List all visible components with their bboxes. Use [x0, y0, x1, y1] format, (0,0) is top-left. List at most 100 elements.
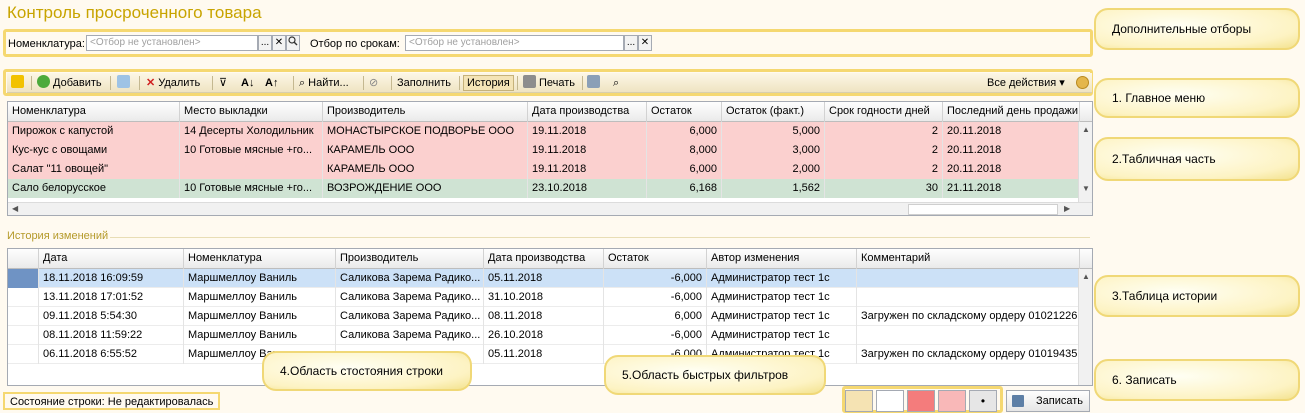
col-location[interactable]: Место выкладки: [180, 102, 323, 122]
cancel-search-icon[interactable]: ⊘: [369, 75, 378, 91]
main-table-header: Номенклатура Место выкладки Производител…: [8, 102, 1092, 122]
history-table: Дата Номенклатура Производитель Дата про…: [7, 248, 1093, 386]
row-marker[interactable]: [8, 269, 39, 288]
quick-filter-normal[interactable]: [876, 390, 904, 412]
table-cell: 6,168: [647, 179, 722, 198]
table-cell: Пирожок с капустой: [8, 122, 180, 141]
table-row[interactable]: 18.11.2018 16:09:59 Маршмеллоу Ваниль Сали…: [8, 269, 1080, 288]
table-cell: Загружен по складскому ордеру 01019435: [857, 345, 1080, 364]
col-remainder-fact[interactable]: Остаток (факт.): [722, 102, 825, 122]
table-row[interactable]: Кус-кус с овощами 10 Готовые мясные +го..…: [8, 141, 1080, 160]
zoom-icon[interactable]: ⌕: [613, 75, 619, 91]
main-table-hscroll[interactable]: ◀ ▶: [8, 202, 1092, 215]
col-production-date[interactable]: Дата производства: [528, 102, 647, 122]
col-remainder[interactable]: Остаток: [604, 249, 707, 269]
col-production-date[interactable]: Дата производства: [484, 249, 604, 269]
table-cell: Салат "11 овощей": [8, 160, 180, 179]
table-cell: КАРАМЕЛЬ ООО: [323, 141, 528, 160]
main-table-hscroll-thumb[interactable]: [908, 204, 1058, 215]
table-cell: 20.11.2018: [943, 141, 1080, 160]
save-button[interactable]: Записать: [1006, 390, 1090, 412]
history-button[interactable]: История: [463, 75, 514, 91]
table-cell: 2: [825, 122, 943, 141]
table-cell: Администратор тест 1с: [707, 269, 857, 288]
table-cell: Саликова Зарема Радико...: [336, 326, 484, 345]
row-marker[interactable]: [8, 288, 39, 307]
delete-button[interactable]: ✕ Удалить: [146, 75, 200, 91]
history-table-vscroll[interactable]: ▲: [1078, 269, 1092, 385]
table-cell: 26.10.2018: [484, 326, 604, 345]
main-table-vscroll[interactable]: ▲ ▼: [1078, 122, 1092, 202]
preview-icon[interactable]: [587, 75, 603, 91]
add-button[interactable]: Добавить: [37, 75, 102, 91]
col-last-sale-day[interactable]: Последний день продажи: [943, 102, 1080, 122]
dates-clear-icon[interactable]: ✕: [638, 35, 652, 51]
nomenclature-filter-input[interactable]: <Отбор не установлен>: [86, 35, 258, 51]
dates-filter-input[interactable]: <Отбор не установлен>: [405, 35, 624, 51]
col-nomenclature[interactable]: Номенклатура: [184, 249, 336, 269]
row-marker[interactable]: [8, 345, 39, 364]
sort-asc-icon[interactable]: A↓: [241, 75, 254, 91]
add-label: Добавить: [53, 77, 102, 89]
table-row[interactable]: Пирожок с капустой 14 Десерты Холодильник…: [8, 122, 1080, 141]
callout-history-table: 3.Таблица истории: [1094, 275, 1300, 317]
table-cell: Администратор тест 1с: [707, 288, 857, 307]
table-row[interactable]: 06.11.2018 6:55:52 Маршмеллоу Ваниль 05.11…: [8, 345, 1080, 364]
history-section-title: История изменений: [7, 230, 109, 242]
table-row[interactable]: Сало белорусское 10 Готовые мясные +го...…: [8, 179, 1080, 198]
table-cell: 8,000: [647, 141, 722, 160]
table-cell: 19.11.2018: [528, 160, 647, 179]
table-cell: [857, 326, 1080, 345]
table-cell: 2,000: [722, 160, 825, 179]
table-row[interactable]: 09.11.2018 5:54:30 Маршмеллоу Ваниль Салик…: [8, 307, 1080, 326]
table-cell: Администратор тест 1с: [707, 326, 857, 345]
row-marker[interactable]: [8, 307, 39, 326]
copy-icon[interactable]: [117, 75, 133, 91]
info-icon[interactable]: [11, 75, 27, 91]
fill-button[interactable]: Заполнить: [397, 75, 451, 91]
col-comment[interactable]: Комментарий: [857, 249, 1080, 269]
table-cell: -6,000: [604, 326, 707, 345]
find-label: Найти...: [308, 77, 349, 89]
table-cell: ВОЗРОЖДЕНИЕ ООО: [323, 179, 528, 198]
table-cell: 6,000: [604, 307, 707, 326]
table-cell: 09.11.2018 5:54:30: [39, 307, 184, 326]
dates-select-button[interactable]: ...: [624, 35, 638, 51]
all-actions-label: Все действия: [987, 77, 1057, 89]
col-date[interactable]: Дата: [39, 249, 184, 269]
table-row[interactable]: Салат "11 овощей" КАРАМЕЛЬ ООО 19.11.2018 6…: [8, 160, 1080, 179]
quick-filter-expired[interactable]: [907, 390, 935, 412]
print-button[interactable]: Печать: [523, 75, 575, 91]
quick-filter-other[interactable]: •: [969, 390, 997, 412]
nomenclature-clear-icon[interactable]: ✕: [272, 35, 286, 51]
table-cell: 14 Десерты Холодильник: [180, 122, 323, 141]
table-cell: 20.11.2018: [943, 122, 1080, 141]
table-cell: 08.11.2018 11:59:22: [39, 326, 184, 345]
find-button[interactable]: ⌕ Найти...: [299, 75, 349, 91]
table-cell: [857, 288, 1080, 307]
main-toolbar: Добавить ✕ Удалить ⊽ A↓ A↑ ⌕ Найти... ⊘ За…: [7, 73, 1092, 93]
filter-icon[interactable]: ⊽: [219, 75, 227, 91]
row-status-bar: Состояние строки: Не редактировалась: [3, 392, 221, 410]
nomenclature-select-button[interactable]: ...: [258, 35, 272, 51]
col-marker: [8, 249, 39, 269]
table-row[interactable]: 13.11.2018 17:01:52 Маршмеллоу Ваниль Сали…: [8, 288, 1080, 307]
table-cell: 1,562: [722, 179, 825, 198]
row-marker[interactable]: [8, 326, 39, 345]
table-cell: Саликова Зарема Радико...: [336, 307, 484, 326]
help-icon[interactable]: [1076, 76, 1089, 89]
quick-filter-expiring[interactable]: [938, 390, 966, 412]
col-producer[interactable]: Производитель: [336, 249, 484, 269]
quick-filter-all[interactable]: [845, 390, 873, 412]
callout-quick-filters-area: 5.Область быстрых фильтров: [604, 355, 826, 395]
table-row[interactable]: 08.11.2018 11:59:22 Маршмеллоу Ваниль Сали…: [8, 326, 1080, 345]
sort-desc-icon[interactable]: A↑: [265, 75, 278, 91]
nomenclature-search-icon[interactable]: [286, 35, 300, 51]
col-nomenclature[interactable]: Номенклатура: [8, 102, 180, 122]
col-producer[interactable]: Производитель: [323, 102, 528, 122]
col-author[interactable]: Автор изменения: [707, 249, 857, 269]
col-remainder[interactable]: Остаток: [647, 102, 722, 122]
all-actions-menu[interactable]: Все действия ▾: [987, 75, 1065, 91]
col-shelf-life[interactable]: Срок годности дней: [825, 102, 943, 122]
table-cell: Сало белорусское: [8, 179, 180, 198]
